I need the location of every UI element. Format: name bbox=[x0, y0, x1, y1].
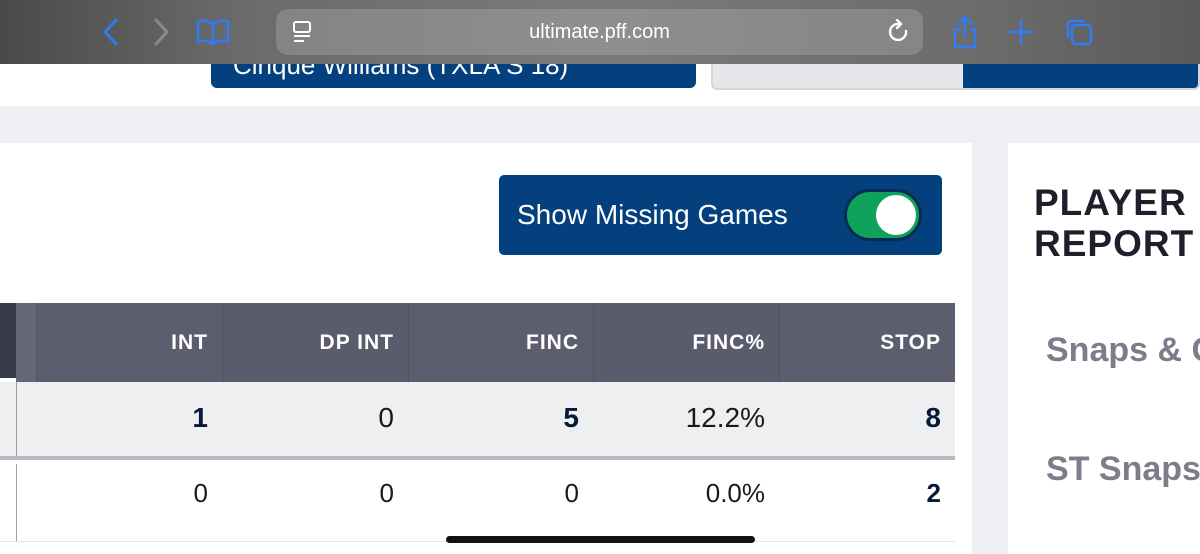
cell-finc: 0 bbox=[564, 478, 579, 508]
sidebar-title: PLAYER REPORT bbox=[1034, 182, 1195, 264]
header-separator bbox=[16, 303, 36, 382]
address-bar[interactable]: ultimate.pff.com bbox=[276, 9, 923, 55]
sidebar-link-st-snaps-grades[interactable]: ST Snaps Grades bbox=[1046, 452, 1200, 486]
column-header-int[interactable]: INT bbox=[36, 303, 222, 382]
table-row: 1 0 5 12.2% 8 bbox=[0, 382, 955, 460]
cell-finc-pct: 0.0% bbox=[705, 478, 765, 508]
column-header-stop[interactable]: STOP bbox=[779, 303, 955, 382]
row-lead-border bbox=[16, 464, 17, 541]
cell-stop: 8 bbox=[925, 402, 941, 433]
reload-icon[interactable] bbox=[887, 18, 911, 50]
toggle-knob bbox=[876, 195, 916, 235]
column-header-dp-int[interactable]: DP INT bbox=[222, 303, 408, 382]
column-header-finc[interactable]: FINC bbox=[408, 303, 593, 382]
row-lead-border bbox=[16, 382, 17, 456]
show-missing-games-panel: Show Missing Games bbox=[499, 175, 942, 255]
url-text: ultimate.pff.com bbox=[529, 21, 670, 43]
share-icon[interactable] bbox=[948, 14, 982, 50]
sidebar-link-snaps-grades[interactable]: Snaps & Grades bbox=[1046, 333, 1200, 367]
cell-dp-int: 0 bbox=[378, 402, 394, 433]
back-icon[interactable] bbox=[94, 14, 128, 50]
secondary-select[interactable] bbox=[711, 64, 1200, 90]
player-select-label: Cinque Williams (TXLA S 18) bbox=[233, 64, 569, 80]
cell-int: 0 bbox=[193, 478, 208, 508]
cell-finc: 5 bbox=[563, 402, 579, 433]
player-report-sidebar: PLAYER REPORT Snaps & Grades ST Snaps Gr… bbox=[1008, 143, 1200, 554]
cell-finc-pct: 12.2% bbox=[685, 402, 765, 433]
bookmarks-icon[interactable] bbox=[194, 14, 232, 50]
player-select[interactable]: Cinque Williams (TXLA S 18) bbox=[211, 64, 696, 88]
cell-int: 1 bbox=[192, 402, 208, 433]
tabs-icon[interactable] bbox=[1062, 14, 1096, 50]
show-missing-games-toggle[interactable] bbox=[844, 189, 922, 241]
table-row: 0 0 0 0.0% 2 bbox=[0, 464, 955, 542]
table-header: INT DP INT FINC FINC% STOP bbox=[0, 303, 955, 382]
page-header: Cinque Williams (TXLA S 18) bbox=[0, 64, 1200, 106]
browser-toolbar: ultimate.pff.com bbox=[0, 0, 1200, 64]
forward-icon[interactable] bbox=[144, 14, 178, 50]
secondary-select-fill bbox=[963, 64, 1198, 88]
column-header-finc-pct[interactable]: FINC% bbox=[593, 303, 779, 382]
new-tab-icon[interactable] bbox=[1004, 14, 1038, 50]
cell-stop: 2 bbox=[926, 478, 941, 508]
toggle-label: Show Missing Games bbox=[517, 199, 788, 230]
header-lead-cell bbox=[0, 303, 16, 382]
cell-dp-int: 0 bbox=[379, 478, 394, 508]
home-indicator bbox=[446, 536, 755, 543]
